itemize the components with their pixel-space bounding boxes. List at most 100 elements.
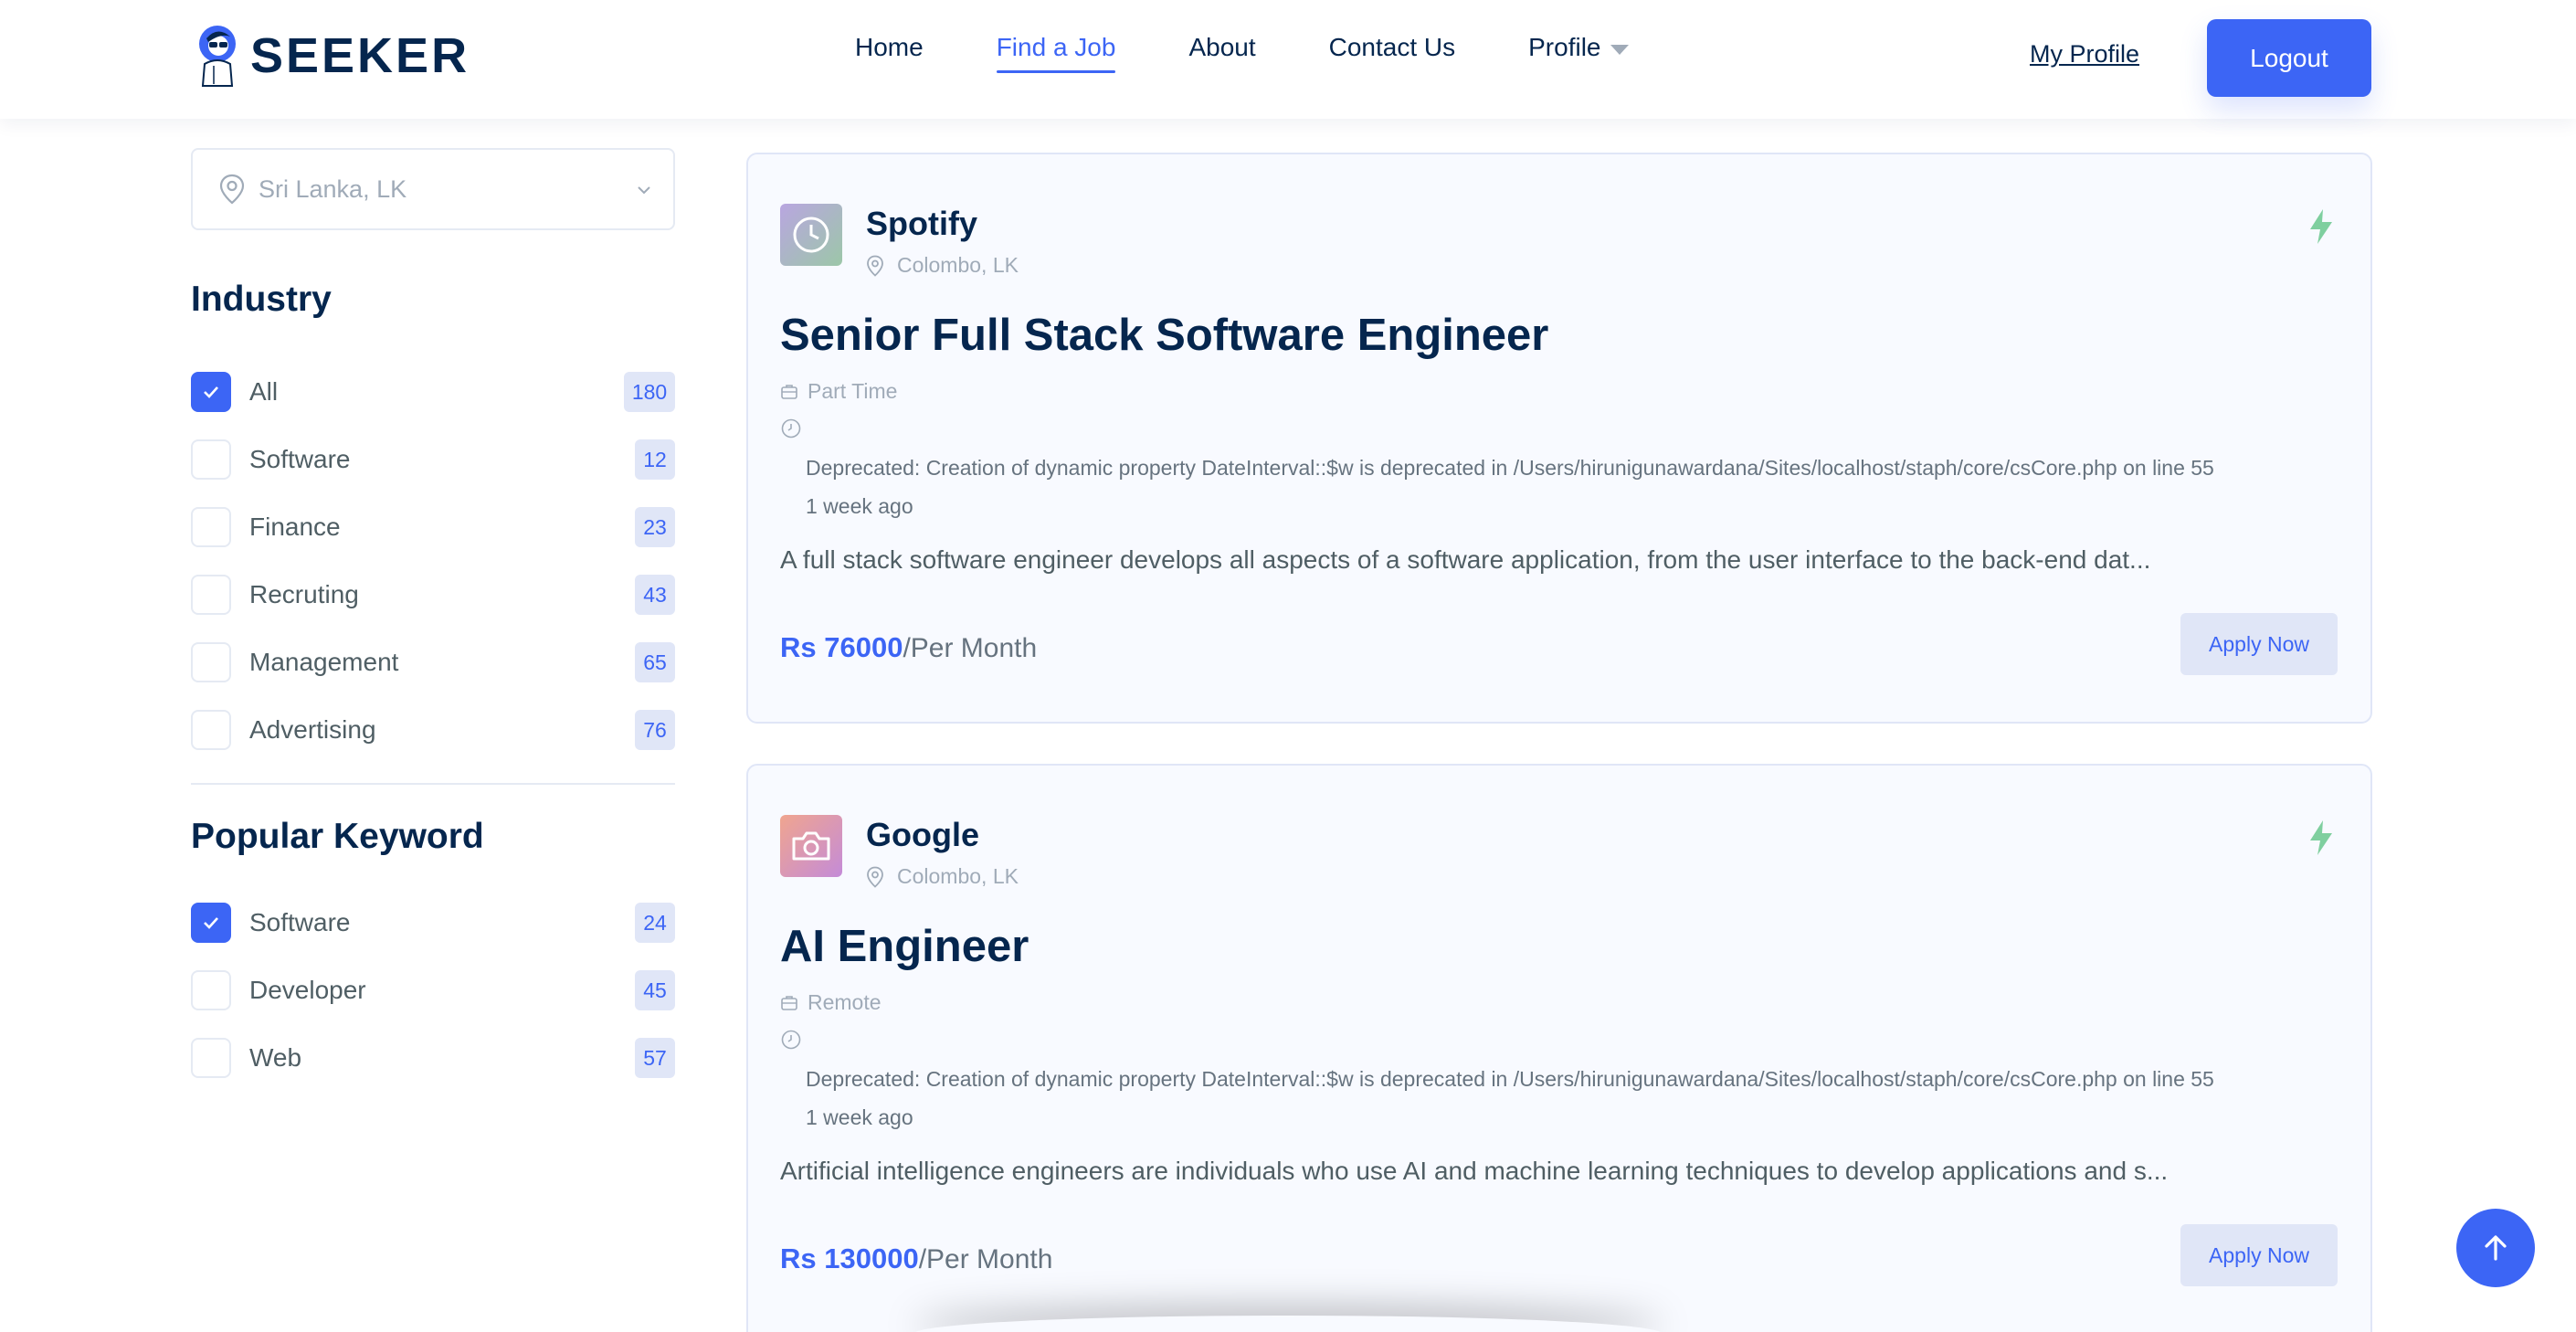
chevron-down-icon xyxy=(638,186,650,195)
salary-period: /Per Month xyxy=(903,633,1038,663)
seeker-mascot-icon xyxy=(199,26,236,87)
map-pin-icon xyxy=(867,866,883,888)
clock-icon xyxy=(781,1030,801,1050)
nav-about[interactable]: About xyxy=(1188,33,1255,73)
job-card[interactable]: Google Colombo, LK AI Engineer Remote De… xyxy=(746,764,2372,1332)
job-type-text: Part Time xyxy=(808,379,898,403)
industry-filter-finance[interactable]: Finance 23 xyxy=(191,507,675,547)
job-title[interactable]: Senior Full Stack Software Engineer xyxy=(780,310,1548,361)
filter-label: Management xyxy=(249,648,399,676)
nav-find-a-job[interactable]: Find a Job xyxy=(996,33,1115,73)
keyword-filter-developer[interactable]: Developer 45 xyxy=(191,970,675,1010)
company-name[interactable]: Spotify xyxy=(866,205,977,243)
site-header: SEEKER Home Find a Job About Contact Us … xyxy=(0,0,2576,119)
job-description: Artificial intelligence engineers are in… xyxy=(780,1157,2169,1185)
job-card[interactable]: Spotify Colombo, LK Senior Full Stack So… xyxy=(746,153,2372,724)
count-badge: 180 xyxy=(624,372,675,412)
checkbox[interactable] xyxy=(191,372,231,412)
company-name[interactable]: Google xyxy=(866,816,979,854)
location-text: Colombo, LK xyxy=(897,253,1019,277)
popular-keyword-title: Popular Keyword xyxy=(191,817,484,856)
location-text: Colombo, LK xyxy=(897,864,1019,888)
check-icon xyxy=(204,917,218,929)
logout-button[interactable]: Logout xyxy=(2207,19,2371,97)
check-icon xyxy=(204,386,218,398)
industry-filter-management[interactable]: Management 65 xyxy=(191,642,675,682)
nav-home[interactable]: Home xyxy=(855,33,924,73)
filter-label: Recruting xyxy=(249,580,359,608)
filter-label: Finance xyxy=(249,513,341,541)
count-badge: 12 xyxy=(635,439,675,480)
job-title[interactable]: AI Engineer xyxy=(780,921,1029,972)
salary-amount: Rs 76000 xyxy=(780,631,903,663)
briefcase-icon xyxy=(781,384,797,399)
caret-down-icon xyxy=(1610,44,1629,55)
location-select[interactable]: Sri Lanka, LK xyxy=(191,148,675,230)
salary-amount: Rs 130000 xyxy=(780,1242,919,1274)
company-logo xyxy=(780,815,842,877)
keyword-filter-software[interactable]: Software 24 xyxy=(191,903,675,943)
php-deprecation-notice: Deprecated: Creation of dynamic property… xyxy=(806,456,2214,480)
job-type-text: Remote xyxy=(808,990,882,1014)
company-logo xyxy=(780,204,842,266)
filter-label: Software xyxy=(249,908,351,936)
flash-icon[interactable] xyxy=(2307,819,2336,857)
industry-filter-recruting[interactable]: Recruting 43 xyxy=(191,575,675,615)
job-type: Remote xyxy=(780,990,882,1015)
keyword-filter-web[interactable]: Web 57 xyxy=(191,1038,675,1078)
posted-time: 1 week ago xyxy=(806,1105,913,1129)
industry-filter-software[interactable]: Software 12 xyxy=(191,439,675,480)
industry-filter-advertising[interactable]: Advertising 76 xyxy=(191,710,675,750)
sidebar-divider xyxy=(191,783,675,785)
apply-now-button[interactable]: Apply Now xyxy=(2180,1224,2338,1286)
count-badge: 23 xyxy=(635,507,675,547)
apply-now-button[interactable]: Apply Now xyxy=(2180,613,2338,675)
briefcase-icon xyxy=(781,995,797,1010)
main-nav: Home Find a Job About Contact Us Profile xyxy=(855,33,1629,73)
count-badge: 76 xyxy=(635,710,675,750)
nav-contact-us[interactable]: Contact Us xyxy=(1329,33,1456,73)
salary-period: /Per Month xyxy=(918,1244,1053,1274)
company-location: Colombo, LK xyxy=(866,253,1019,278)
checkbox[interactable] xyxy=(191,903,231,943)
scroll-to-top-button[interactable] xyxy=(2456,1209,2535,1287)
arrow-up-icon xyxy=(2485,1235,2507,1261)
flash-icon[interactable] xyxy=(2307,207,2336,246)
php-deprecation-notice: Deprecated: Creation of dynamic property… xyxy=(806,1067,2214,1091)
job-description: A full stack software engineer develops … xyxy=(780,545,2151,574)
job-type: Part Time xyxy=(780,379,897,404)
map-pin-icon xyxy=(867,255,883,277)
posted-time: 1 week ago xyxy=(806,494,913,518)
salary: Rs 76000/Per Month xyxy=(780,631,1037,664)
industry-title: Industry xyxy=(191,280,332,319)
industry-filter-all[interactable]: All 180 xyxy=(191,372,675,412)
salary: Rs 130000/Per Month xyxy=(780,1242,1052,1275)
checkbox[interactable] xyxy=(191,439,231,480)
filter-label: All xyxy=(249,377,279,406)
count-badge: 43 xyxy=(635,575,675,615)
company-location: Colombo, LK xyxy=(866,864,1019,889)
checkbox[interactable] xyxy=(191,575,231,615)
clock-icon xyxy=(781,418,801,439)
checkbox[interactable] xyxy=(191,507,231,547)
checkbox[interactable] xyxy=(191,710,231,750)
nav-profile-dropdown[interactable]: Profile xyxy=(1528,33,1629,73)
count-badge: 24 xyxy=(635,903,675,943)
nav-profile-label: Profile xyxy=(1528,33,1601,61)
filter-label: Software xyxy=(249,445,351,473)
camera-icon xyxy=(792,831,830,861)
filter-label: Web xyxy=(249,1043,302,1072)
count-badge: 65 xyxy=(635,642,675,682)
my-profile-link[interactable]: My Profile xyxy=(2030,40,2139,69)
location-value: Sri Lanka, LK xyxy=(259,174,407,203)
site-logo[interactable]: SEEKER xyxy=(194,24,470,88)
clock-icon xyxy=(793,217,829,253)
logo-text: SEEKER xyxy=(250,28,470,83)
checkbox[interactable] xyxy=(191,642,231,682)
map-pin-icon xyxy=(219,174,245,205)
filter-label: Advertising xyxy=(249,715,376,744)
checkbox[interactable] xyxy=(191,1038,231,1078)
count-badge: 57 xyxy=(635,1038,675,1078)
checkbox[interactable] xyxy=(191,970,231,1010)
count-badge: 45 xyxy=(635,970,675,1010)
